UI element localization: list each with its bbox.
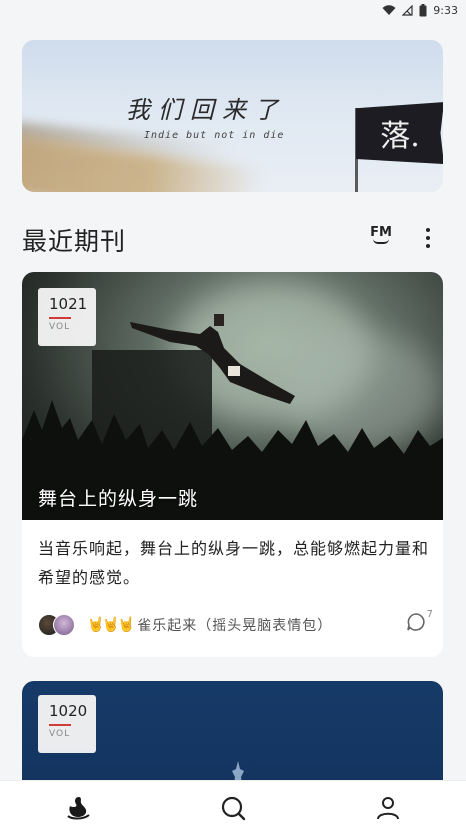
banner-carousel[interactable]: 我们回来了 Indie but not in die 落. (22, 40, 443, 192)
journal-card[interactable]: 1021 VOL 舞台上的纵身一跳 当音乐响起，舞台上的纵身一跳，总能够燃起力量… (22, 272, 443, 657)
comment-button[interactable]: 7 (406, 609, 433, 632)
banner-subtitle: Indie but not in die (144, 130, 285, 141)
status-bar: 9:33 (0, 0, 466, 20)
fm-label: FM (370, 225, 392, 240)
vol-badge: 1020 VOL (38, 695, 96, 753)
swan-logo-icon (66, 796, 90, 819)
flag-image: 落. (356, 102, 443, 164)
nav-home[interactable] (58, 788, 98, 828)
dot (426, 228, 430, 232)
dot (426, 244, 430, 248)
section-title: 最近期刊 (22, 227, 127, 256)
card-footer: 🤘🤘🤘 雀乐起来（摇头晃脑表情包） 7 (38, 609, 433, 638)
card-cover-image: 1021 VOL 舞台上的纵身一跳 (22, 272, 443, 520)
clock: 9:33 (433, 3, 458, 17)
more-options-button[interactable] (420, 227, 436, 249)
comment-icon (406, 613, 425, 631)
jumper-figure (130, 314, 295, 404)
nav-search[interactable] (213, 788, 253, 828)
fm-icon-underline (373, 239, 389, 244)
card-description: 当音乐响起，舞台上的纵身一跳，总能够燃起力量和希望的感觉。 (38, 539, 430, 587)
profile-icon (377, 796, 400, 819)
vol-label: VOL (49, 322, 71, 332)
fm-button[interactable]: FM (366, 225, 396, 251)
vol-divider (49, 724, 71, 726)
vol-divider (49, 317, 71, 319)
wifi-icon (382, 4, 396, 15)
latest-comment-text: 雀乐起来（摇头晃脑表情包） (137, 618, 333, 634)
comment-count: 7 (426, 609, 433, 620)
vol-number: 1020 (49, 702, 88, 720)
bottom-navigation (0, 780, 466, 834)
journal-card[interactable]: 1020 VOL (22, 681, 443, 791)
vol-number: 1021 (49, 295, 88, 313)
vol-label: VOL (49, 729, 71, 739)
banner-title: 我们回来了 (126, 96, 286, 124)
rock-hand-icons: 🤘🤘🤘 (87, 617, 135, 633)
search-icon (221, 796, 246, 820)
no-signal-icon (402, 4, 413, 16)
vol-badge: 1021 VOL (38, 288, 96, 346)
battery-icon (419, 3, 427, 16)
nav-profile[interactable] (368, 788, 408, 828)
avatar[interactable] (53, 614, 75, 636)
dot (426, 236, 430, 240)
card-caption: 舞台上的纵身一跳 (38, 488, 199, 510)
flag-text: 落. (380, 119, 420, 154)
